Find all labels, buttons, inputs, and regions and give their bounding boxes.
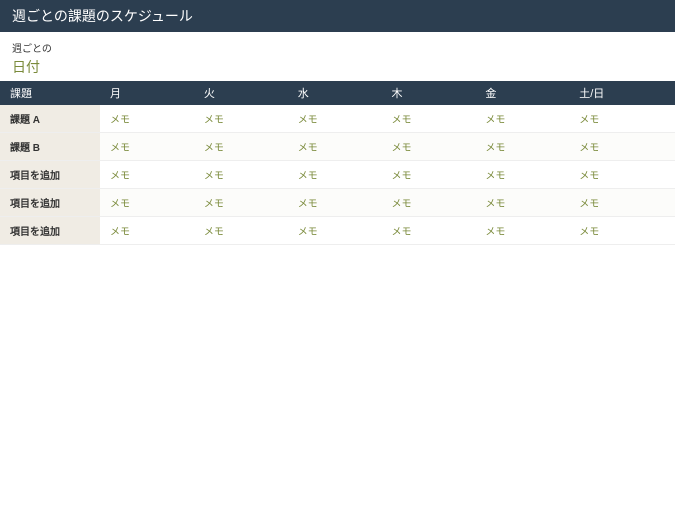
cell-note[interactable]: メモ (475, 133, 569, 161)
table-body: 課題 A メモ メモ メモ メモ メモ メモ 課題 B メモ メモ メモ メモ … (0, 105, 675, 245)
cell-note[interactable]: メモ (569, 189, 675, 217)
sub-header: 週ごとの (0, 32, 675, 57)
cell-note[interactable]: メモ (194, 133, 288, 161)
col-header-fri: 金 (475, 81, 569, 105)
cell-note[interactable]: メモ (382, 217, 476, 245)
cell-note[interactable]: メモ (288, 105, 382, 133)
cell-note[interactable]: メモ (194, 161, 288, 189)
cell-note[interactable]: メモ (475, 161, 569, 189)
date-label: 日付 (0, 57, 675, 81)
cell-note[interactable]: メモ (475, 105, 569, 133)
cell-note[interactable]: メモ (569, 133, 675, 161)
cell-note[interactable]: メモ (194, 189, 288, 217)
cell-note[interactable]: メモ (569, 217, 675, 245)
cell-note[interactable]: メモ (288, 161, 382, 189)
cell-note[interactable]: メモ (475, 189, 569, 217)
row-label[interactable]: 項目を追加 (0, 217, 100, 245)
cell-note[interactable]: メモ (194, 217, 288, 245)
col-header-assignment: 課題 (0, 81, 100, 105)
cell-note[interactable]: メモ (382, 161, 476, 189)
table-row: 課題 A メモ メモ メモ メモ メモ メモ (0, 105, 675, 133)
page-title-bar: 週ごとの課題のスケジュール (0, 0, 675, 32)
row-label[interactable]: 項目を追加 (0, 161, 100, 189)
cell-note[interactable]: メモ (569, 105, 675, 133)
page-title: 週ごとの課題のスケジュール (12, 8, 193, 24)
row-label[interactable]: 課題 A (0, 105, 100, 133)
col-header-satsun: 土/日 (569, 81, 675, 105)
row-label[interactable]: 項目を追加 (0, 189, 100, 217)
cell-note[interactable]: メモ (100, 161, 194, 189)
cell-note[interactable]: メモ (100, 105, 194, 133)
col-header-tue: 火 (194, 81, 288, 105)
table-header-row: 課題 月 火 水 木 金 土/日 (0, 81, 675, 105)
cell-note[interactable]: メモ (288, 217, 382, 245)
cell-note[interactable]: メモ (569, 161, 675, 189)
cell-note[interactable]: メモ (194, 105, 288, 133)
cell-note[interactable]: メモ (288, 189, 382, 217)
cell-note[interactable]: メモ (382, 189, 476, 217)
schedule-table: 課題 月 火 水 木 金 土/日 課題 A メモ メモ メモ メモ メモ メモ … (0, 81, 675, 245)
week-label: 週ごとの (12, 40, 663, 55)
cell-note[interactable]: メモ (382, 133, 476, 161)
cell-note[interactable]: メモ (100, 189, 194, 217)
col-header-thu: 木 (382, 81, 476, 105)
cell-note[interactable]: メモ (288, 133, 382, 161)
cell-note[interactable]: メモ (100, 133, 194, 161)
col-header-mon: 月 (100, 81, 194, 105)
table-row: 項目を追加 メモ メモ メモ メモ メモ メモ (0, 161, 675, 189)
cell-note[interactable]: メモ (382, 105, 476, 133)
table-row: 課題 B メモ メモ メモ メモ メモ メモ (0, 133, 675, 161)
cell-note[interactable]: メモ (475, 217, 569, 245)
cell-note[interactable]: メモ (100, 217, 194, 245)
table-row: 項目を追加 メモ メモ メモ メモ メモ メモ (0, 217, 675, 245)
col-header-wed: 水 (288, 81, 382, 105)
row-label[interactable]: 課題 B (0, 133, 100, 161)
table-row: 項目を追加 メモ メモ メモ メモ メモ メモ (0, 189, 675, 217)
